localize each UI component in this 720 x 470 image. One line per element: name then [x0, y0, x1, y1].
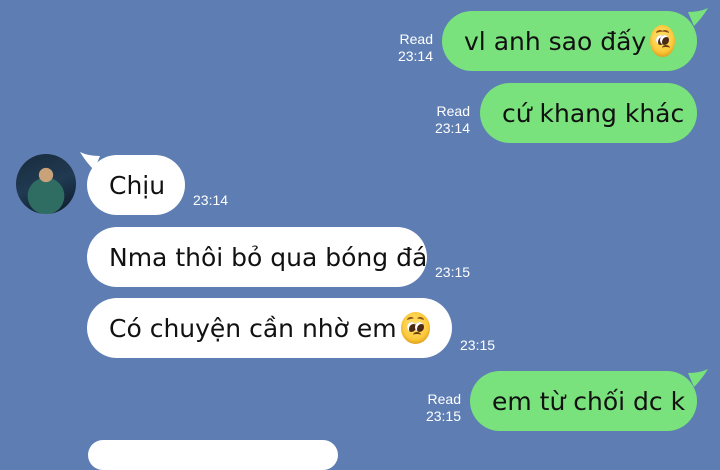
message-text: Có chuyện cần nhờ em: [109, 313, 397, 343]
message-text: em từ chối dc k: [492, 386, 686, 416]
message-bubble[interactable]: Nma thôi bỏ qua bóng đá: [87, 227, 427, 287]
message-time: 23:15: [425, 408, 461, 424]
message-time: 23:15: [435, 264, 471, 280]
message-text: Nma thôi bỏ qua bóng đá: [109, 242, 428, 272]
pleading-face-emoji: [650, 25, 675, 57]
pleading-face-emoji: [400, 312, 430, 344]
message-text: cứ khang khác: [502, 98, 685, 128]
message-bubble[interactable]: Có chuyện cần nhờ em: [87, 298, 452, 358]
message-meta: Read 23:14: [430, 103, 470, 137]
contact-avatar[interactable]: [16, 154, 76, 214]
message-meta: Read 23:15: [421, 391, 461, 425]
message-text: Chịu: [109, 170, 166, 200]
message-time: 23:14: [193, 192, 229, 208]
message-bubble[interactable]: cứ khang khác: [480, 83, 697, 143]
message-time: 23:14: [397, 48, 433, 64]
next-message-bubble: [88, 440, 338, 470]
message-time: 23:15: [460, 337, 496, 353]
message-meta: Read 23:14: [393, 31, 433, 65]
message-text: vl anh sao đấy: [464, 26, 647, 56]
read-status: Read: [427, 391, 461, 407]
message-time: 23:14: [434, 120, 470, 136]
message-bubble[interactable]: em từ chối dc k: [470, 371, 697, 431]
read-status: Read: [399, 31, 433, 47]
message-bubble[interactable]: Chịu: [87, 155, 185, 215]
read-status: Read: [436, 103, 470, 119]
message-bubble[interactable]: vl anh sao đấy: [442, 11, 697, 71]
